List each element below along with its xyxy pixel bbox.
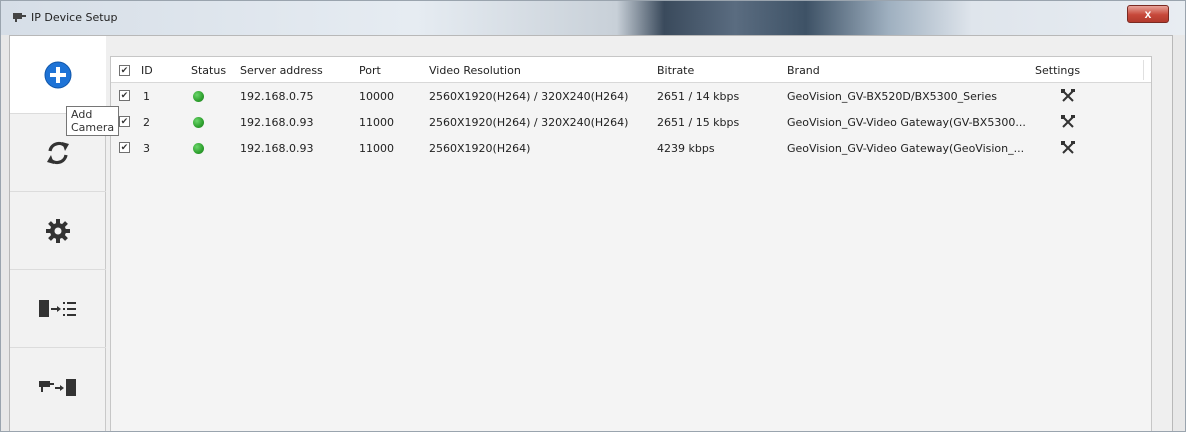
cell-brand: GeoVision_GV-Video Gateway(GeoVision_... bbox=[787, 142, 1025, 155]
gear-icon bbox=[46, 218, 70, 243]
cell-port: 11000 bbox=[359, 116, 394, 129]
cell-server-address: 192.168.0.75 bbox=[240, 90, 314, 103]
header-status[interactable]: Status bbox=[191, 64, 226, 77]
cell-id: 2 bbox=[143, 116, 150, 129]
cell-bitrate: 2651 / 14 kbps bbox=[657, 90, 740, 103]
select-all-checkbox[interactable]: ✔ bbox=[119, 65, 130, 76]
cell-bitrate: 2651 / 15 kbps bbox=[657, 116, 740, 129]
cell-video-resolution: 2560X1920(H264) / 320X240(H264) bbox=[429, 90, 629, 103]
row-checkbox[interactable]: ✔ bbox=[119, 116, 130, 127]
cell-port: 10000 bbox=[359, 90, 394, 103]
camera-app-icon bbox=[13, 13, 26, 22]
cell-brand: GeoVision_GV-Video Gateway(GV-BX5300... bbox=[787, 116, 1026, 129]
header-divider bbox=[1143, 60, 1144, 80]
add-camera-tooltip: Add Camera bbox=[66, 106, 120, 136]
cell-id: 1 bbox=[143, 90, 150, 103]
table-row[interactable]: ✔ 1 192.168.0.75 10000 2560X1920(H264) /… bbox=[111, 84, 1151, 110]
cell-video-resolution: 2560X1920(H264) bbox=[429, 142, 531, 155]
settings-tools-icon[interactable] bbox=[1061, 141, 1075, 155]
camera-table: ✔ ID Status Server address Port Video Re… bbox=[110, 56, 1152, 431]
status-online-indicator bbox=[193, 91, 204, 102]
device-to-list-icon bbox=[39, 299, 76, 317]
cell-server-address: 192.168.0.93 bbox=[240, 116, 314, 129]
window-title: IP Device Setup bbox=[31, 11, 118, 24]
status-online-indicator bbox=[193, 117, 204, 128]
table-header: ✔ ID Status Server address Port Video Re… bbox=[111, 57, 1151, 83]
header-brand[interactable]: Brand bbox=[787, 64, 820, 77]
cell-port: 11000 bbox=[359, 142, 394, 155]
title-bar: IP Device Setup x bbox=[1, 1, 1185, 35]
settings-tools-icon[interactable] bbox=[1061, 89, 1075, 103]
refresh-icon bbox=[47, 141, 69, 164]
header-video-resolution[interactable]: Video Resolution bbox=[429, 64, 521, 77]
table-row[interactable]: ✔ 2 192.168.0.93 11000 2560X1920(H264) /… bbox=[111, 110, 1151, 136]
ip-device-setup-window: IP Device Setup x Add Camera ✔ ID Status… bbox=[0, 0, 1186, 432]
sidebar: Add Camera bbox=[10, 36, 120, 431]
export-list-button[interactable] bbox=[10, 270, 106, 348]
client-area: Add Camera ✔ ID Status Server address Po… bbox=[9, 35, 1173, 431]
settings-tools-icon[interactable] bbox=[1061, 115, 1075, 129]
status-online-indicator bbox=[193, 143, 204, 154]
camera-to-device-button[interactable] bbox=[10, 348, 106, 426]
cell-brand: GeoVision_GV-BX520D/BX5300_Series bbox=[787, 90, 997, 103]
header-server-address[interactable]: Server address bbox=[240, 64, 323, 77]
settings-button[interactable] bbox=[10, 192, 106, 270]
add-camera-button[interactable] bbox=[10, 36, 106, 114]
add-circle-icon bbox=[44, 61, 72, 88]
header-port[interactable]: Port bbox=[359, 64, 381, 77]
row-checkbox[interactable]: ✔ bbox=[119, 142, 130, 153]
cell-video-resolution: 2560X1920(H264) / 320X240(H264) bbox=[429, 116, 629, 129]
cell-bitrate: 4239 kbps bbox=[657, 142, 715, 155]
cell-server-address: 192.168.0.93 bbox=[240, 142, 314, 155]
header-bitrate[interactable]: Bitrate bbox=[657, 64, 694, 77]
cell-id: 3 bbox=[143, 142, 150, 155]
header-settings[interactable]: Settings bbox=[1035, 64, 1080, 77]
table-row[interactable]: ✔ 3 192.168.0.93 11000 2560X1920(H264) 4… bbox=[111, 136, 1151, 162]
header-id[interactable]: ID bbox=[141, 64, 153, 77]
close-button[interactable]: x bbox=[1127, 5, 1169, 23]
row-checkbox[interactable]: ✔ bbox=[119, 90, 130, 101]
camera-to-device-icon bbox=[39, 379, 76, 396]
